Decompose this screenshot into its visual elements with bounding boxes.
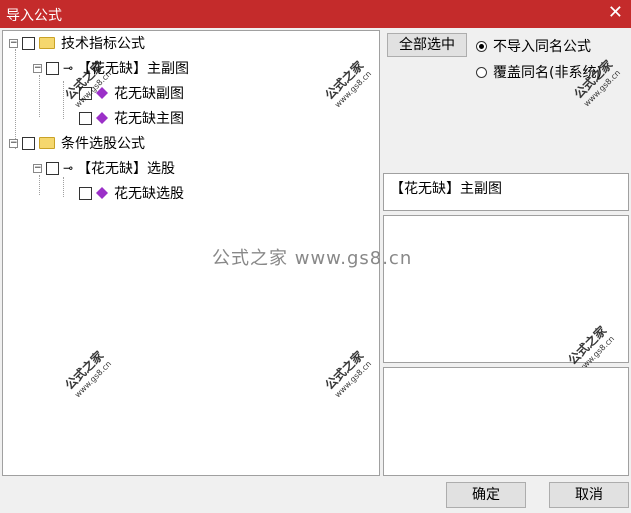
window-title: 导入公式	[6, 8, 62, 24]
gem-icon	[96, 187, 108, 199]
key-icon: ⊸	[63, 161, 74, 175]
checkbox-selection[interactable]	[79, 186, 92, 200]
watermark: 公式之家 www.gs8.cn	[322, 58, 374, 110]
collapse-icon[interactable]: −	[9, 38, 18, 48]
collapse-icon[interactable]: −	[33, 63, 42, 73]
tree-connector	[39, 175, 40, 195]
checkbox-tech-indicators[interactable]	[22, 36, 35, 50]
checkbox-selection-group[interactable]	[46, 161, 59, 175]
radio-label: 不导入同名公式	[493, 39, 591, 55]
cancel-button[interactable]: 取消	[549, 482, 629, 508]
description-text: 【花无缺】主副图	[390, 181, 502, 197]
tree-node-main-chart[interactable]: 花无缺主图	[79, 108, 184, 128]
tree-node-label: 技术指标公式	[61, 36, 145, 52]
center-watermark: 公式之家 www.gs8.cn	[212, 248, 413, 269]
info-panel	[383, 367, 629, 476]
tree-node-selection-group[interactable]: − ⊸ 【花无缺】选股	[33, 158, 175, 178]
checkbox-main-chart[interactable]	[79, 111, 92, 125]
checkbox-stock-selection[interactable]	[22, 136, 35, 150]
tree-connector	[39, 75, 40, 117]
tree-node-label: 【花无缺】选股	[77, 161, 176, 177]
tree-node-stock-selection[interactable]: − 条件选股公式	[9, 133, 145, 153]
tree-node-label: 花无缺选股	[114, 186, 184, 202]
ok-button[interactable]: 确定	[446, 482, 526, 508]
tree-node-tech-indicators[interactable]: − 技术指标公式	[9, 33, 145, 53]
watermark: 公式之家 www.gs8.cn	[322, 348, 374, 400]
tree-connector	[63, 177, 64, 197]
checkbox-main-sub-chart[interactable]	[46, 61, 59, 75]
close-icon[interactable]: ✕	[608, 2, 623, 24]
select-all-button[interactable]: 全部选中	[387, 33, 467, 57]
tree-node-label: 条件选股公式	[61, 136, 145, 152]
collapse-icon[interactable]: −	[9, 138, 18, 148]
folder-icon	[39, 37, 55, 49]
title-bar: 导入公式 ✕	[0, 0, 631, 28]
folder-icon	[39, 137, 55, 149]
radio-skip-same-name[interactable]: 不导入同名公式	[476, 36, 591, 56]
key-icon: ⊸	[63, 61, 74, 75]
gem-icon	[96, 112, 108, 124]
radio-dot-icon[interactable]	[476, 66, 487, 78]
watermark: 公式之家 www.gs8.cn	[62, 348, 114, 400]
tree-node-label: 花无缺副图	[114, 86, 184, 102]
formula-description: 【花无缺】主副图	[383, 173, 629, 211]
tree-node-label: 花无缺主图	[114, 111, 184, 127]
preview-panel: 公式之家 www.gs8.cn	[383, 215, 629, 374]
collapse-icon[interactable]: −	[33, 163, 42, 173]
radio-dot-icon[interactable]	[476, 40, 487, 52]
tree-node-selection[interactable]: 花无缺选股	[79, 183, 184, 203]
